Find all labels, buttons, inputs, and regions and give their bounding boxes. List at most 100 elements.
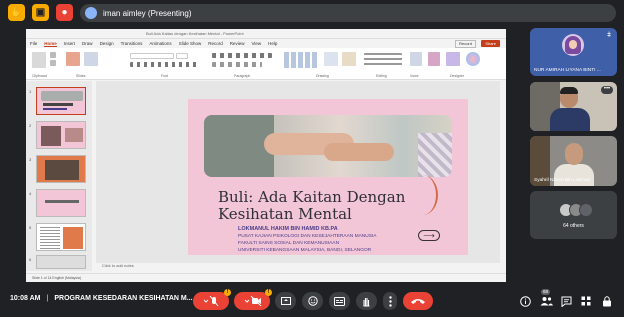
participant-name: NUR AMIRAH LIYANA BINTI ... bbox=[534, 68, 601, 73]
hand-icon[interactable]: ✋ bbox=[8, 4, 25, 21]
emoji-icon bbox=[307, 296, 318, 306]
quick-styles-icon[interactable] bbox=[342, 52, 356, 66]
font-format-buttons[interactable] bbox=[130, 62, 200, 67]
lock-icon bbox=[603, 295, 611, 306]
mic-button[interactable]: ! bbox=[193, 289, 231, 310]
slide-author: LOKMANUL HAKIM BIN HAMID KB.PA bbox=[238, 226, 338, 232]
presenting-label: iman aimley (Presenting) bbox=[103, 8, 192, 18]
font-size-select[interactable] bbox=[176, 53, 188, 59]
group-font: Font bbox=[161, 74, 169, 78]
activities-button[interactable] bbox=[579, 294, 593, 308]
avatar bbox=[562, 34, 584, 56]
chat-button[interactable] bbox=[559, 294, 573, 308]
others-tile[interactable]: 64 others bbox=[530, 191, 617, 239]
menu-file[interactable]: File bbox=[30, 41, 37, 46]
slide-thumbnail[interactable] bbox=[36, 155, 86, 183]
mic-off-icon: ǂ bbox=[607, 32, 612, 39]
editing-tools[interactable] bbox=[364, 53, 402, 67]
presenter-avatar bbox=[85, 7, 97, 19]
participant-tile[interactable]: ǂ NUR AMIRAH LIYANA BINTI ... bbox=[530, 28, 617, 76]
menu-home[interactable]: Home bbox=[44, 41, 57, 47]
more-options-button[interactable] bbox=[383, 292, 397, 310]
thumb-number: 6 bbox=[29, 257, 32, 262]
thumb-number: 2 bbox=[29, 123, 32, 128]
leave-call-button[interactable] bbox=[403, 292, 433, 310]
people-button[interactable]: 68 bbox=[539, 289, 553, 308]
font-name-select[interactable] bbox=[130, 53, 174, 59]
presenting-banner[interactable]: iman aimley (Presenting) bbox=[80, 4, 616, 22]
meeting-title: PROGRAM KESEDARAN KESIHATAN M... bbox=[54, 295, 193, 302]
reactions-button[interactable] bbox=[302, 292, 323, 310]
ppt-window-title: Buli Ada Kaitan dengan Kesihatan Mental … bbox=[146, 31, 244, 36]
menu-draw[interactable]: Draw bbox=[82, 41, 93, 46]
slide-affiliation-1: PUSAT KAJIAN PSIKOLOGI DAN KESEJAHTERAAN… bbox=[238, 234, 377, 239]
slide-canvas: Buli: Ada Kaitan Dengan Kesihatan Mental… bbox=[96, 81, 500, 263]
more-icon bbox=[388, 295, 392, 307]
host-controls-button[interactable] bbox=[600, 294, 614, 308]
slide-thumbnail[interactable] bbox=[36, 87, 86, 115]
captions-button[interactable] bbox=[329, 292, 350, 310]
menu-view[interactable]: View bbox=[251, 41, 261, 46]
captions-icon bbox=[334, 296, 345, 306]
slide-thumbnail[interactable] bbox=[36, 255, 86, 269]
raise-hand-button[interactable] bbox=[356, 292, 377, 310]
thumb-number: 3 bbox=[29, 157, 32, 162]
copy-icon[interactable] bbox=[50, 60, 56, 66]
paragraph-buttons[interactable] bbox=[212, 53, 272, 58]
people-count: 68 bbox=[541, 289, 551, 295]
thumb-number: 4 bbox=[29, 191, 32, 196]
participant-name: Syahril Nizam Bin Lukman bbox=[534, 178, 591, 183]
menu-slideshow[interactable]: Slide Show bbox=[179, 41, 202, 46]
chat-icon bbox=[561, 296, 571, 307]
dictate-icon[interactable] bbox=[410, 52, 422, 66]
paste-icon[interactable] bbox=[32, 52, 46, 68]
top-bar: ✋ ▣ ● iman aimley (Presenting) bbox=[0, 0, 624, 26]
present-button[interactable] bbox=[275, 292, 296, 310]
group-editing: Editing bbox=[376, 74, 387, 78]
slide-affiliation-2: FAKULTI SAINS SOSIAL DAN KEMANUSIAAN bbox=[238, 241, 340, 246]
reuse-slides-icon[interactable] bbox=[84, 52, 98, 66]
participant-tile[interactable]: ••• bbox=[530, 82, 617, 131]
shared-screen: Buli Ada Kaitan dengan Kesihatan Mental … bbox=[26, 29, 506, 282]
slide-thumbnail[interactable] bbox=[36, 223, 86, 251]
slide-title: Buli: Ada Kaitan Dengan Kesihatan Mental bbox=[218, 189, 438, 223]
ppt-title-bar: Buli Ada Kaitan dengan Kesihatan Mental … bbox=[26, 29, 506, 39]
slide-thumbnail[interactable] bbox=[36, 121, 86, 149]
menu-transitions[interactable]: Transitions bbox=[121, 41, 143, 46]
alignment-buttons[interactable] bbox=[212, 62, 262, 67]
menu-review[interactable]: Review bbox=[230, 41, 245, 46]
notes-area[interactable]: Click to add notes bbox=[96, 263, 500, 271]
designer-icon[interactable] bbox=[446, 52, 460, 66]
record-icon[interactable]: ● bbox=[56, 4, 73, 21]
people-icon bbox=[540, 297, 553, 306]
add-ins-icon[interactable] bbox=[428, 52, 440, 66]
menu-design[interactable]: Design bbox=[100, 41, 114, 46]
shapes-gallery[interactable] bbox=[284, 52, 318, 68]
share-button[interactable]: Share bbox=[481, 40, 500, 47]
menu-insert[interactable]: Insert bbox=[64, 41, 75, 46]
menu-animations[interactable]: Animations bbox=[149, 41, 171, 46]
participant-tile[interactable]: Syahril Nizam Bin Lukman bbox=[530, 136, 617, 186]
arrange-icon[interactable] bbox=[324, 52, 338, 66]
copilot-icon[interactable] bbox=[466, 52, 480, 66]
menu-help[interactable]: Help bbox=[268, 41, 277, 46]
group-slides: Slides bbox=[76, 74, 86, 78]
info-icon bbox=[519, 295, 531, 307]
warning-badge: ! bbox=[265, 289, 272, 296]
raise-hand-icon bbox=[363, 297, 370, 306]
camera-button[interactable]: ! bbox=[234, 289, 272, 310]
warning-badge: ! bbox=[224, 289, 231, 296]
pin-icon[interactable]: ▣ bbox=[32, 4, 49, 21]
new-slide-icon[interactable] bbox=[66, 52, 80, 66]
slide-thumbnail[interactable] bbox=[36, 189, 86, 217]
current-slide[interactable]: Buli: Ada Kaitan Dengan Kesihatan Mental… bbox=[188, 99, 468, 255]
cut-icon[interactable] bbox=[50, 52, 56, 58]
info-button[interactable] bbox=[518, 294, 532, 308]
menu-record[interactable]: Record bbox=[208, 41, 223, 46]
group-paragraph: Paragraph bbox=[234, 74, 251, 78]
group-voice: Voice bbox=[410, 74, 419, 78]
more-options-icon[interactable]: ••• bbox=[601, 86, 613, 94]
thumb-number: 1 bbox=[29, 89, 32, 94]
slide-title-line2: Kesihatan Mental bbox=[218, 205, 352, 223]
record-button[interactable]: Record bbox=[455, 40, 476, 48]
